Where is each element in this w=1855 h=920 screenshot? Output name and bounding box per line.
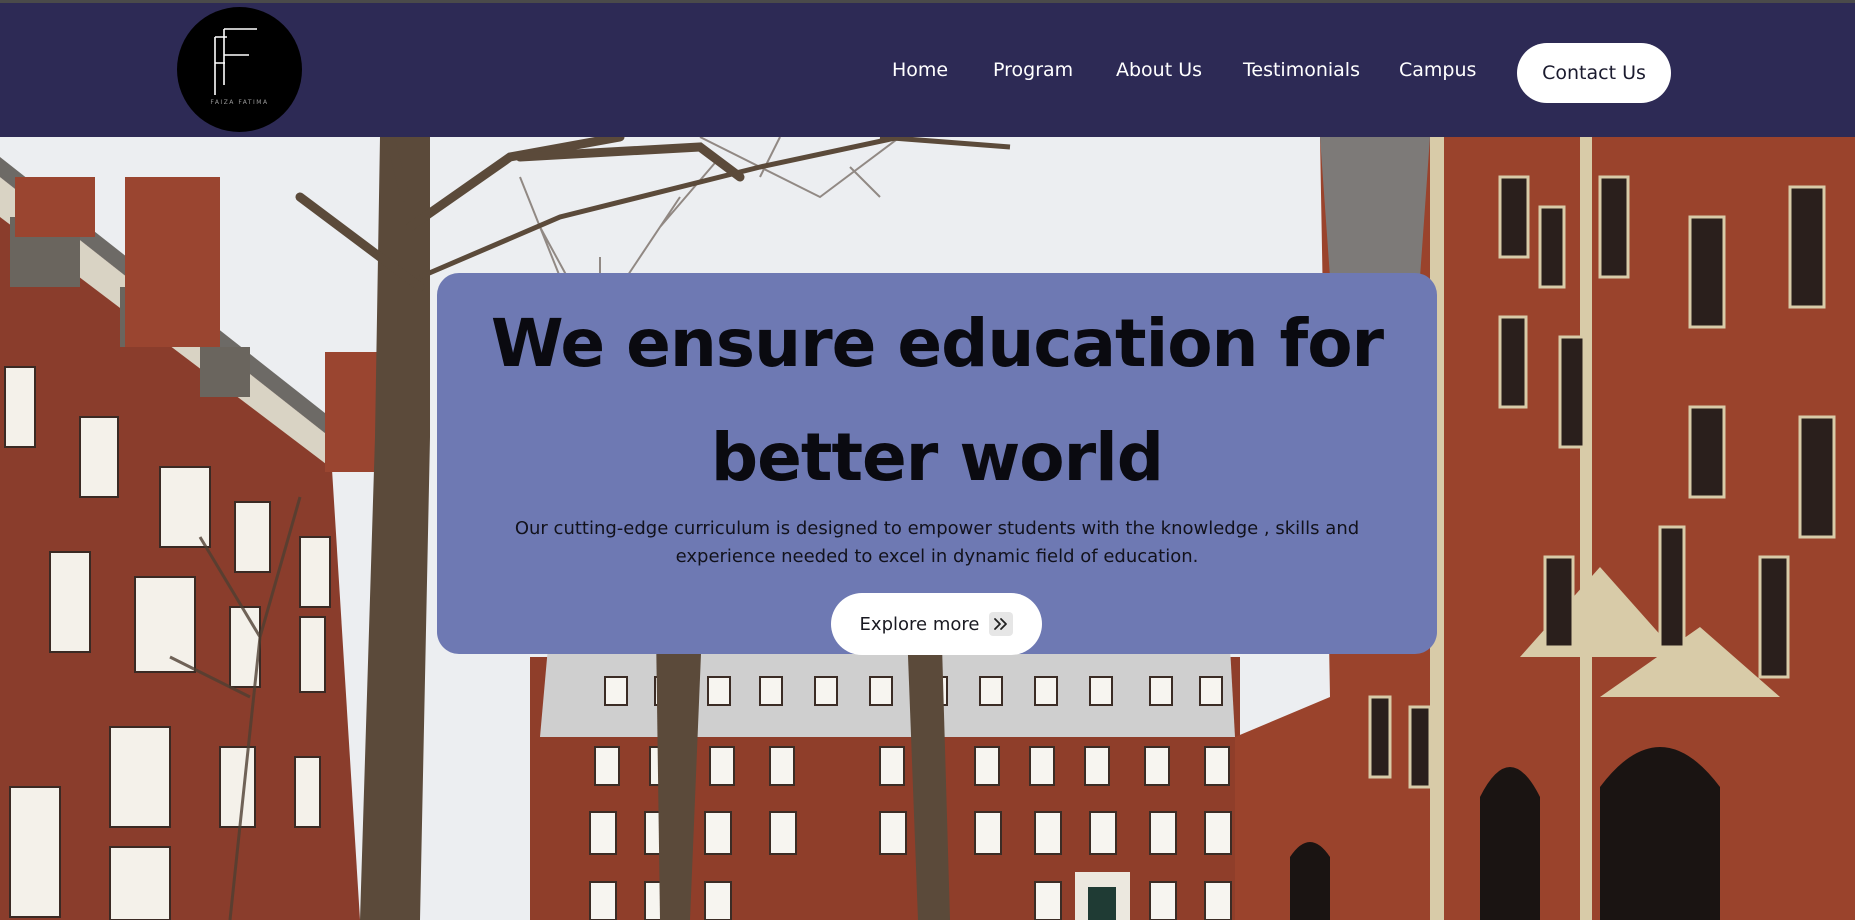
double-chevron-right-icon <box>989 612 1014 636</box>
description-line-1: Our cutting-edge curriculum is designed … <box>514 518 1360 539</box>
nav-home[interactable]: Home <box>892 59 948 81</box>
description-line-2: experience needed to excel in dynamic fi… <box>675 546 1199 567</box>
nav-about-us[interactable]: About Us <box>1116 59 1202 81</box>
nav-links: Home Program About Us Testimonials Campu… <box>0 43 1855 103</box>
hero-headline: We ensure education for better world <box>437 287 1437 515</box>
nav-program[interactable]: Program <box>993 59 1073 81</box>
nav-testimonials[interactable]: Testimonials <box>1243 59 1360 81</box>
nav-campus[interactable]: Campus <box>1399 59 1476 81</box>
contact-us-button[interactable]: Contact Us <box>1517 43 1671 103</box>
hero-description: Our cutting-edge curriculum is designed … <box>497 515 1377 571</box>
hero-section: We ensure education for better world Our… <box>0 137 1855 920</box>
explore-more-label: Explore more <box>859 613 980 635</box>
headline-line-2: better world <box>710 419 1164 496</box>
navbar: FAIZA FATIMA Home Program About Us Testi… <box>0 3 1855 137</box>
explore-more-button[interactable]: Explore more <box>831 593 1042 655</box>
headline-line-1: We ensure education for <box>490 305 1384 382</box>
